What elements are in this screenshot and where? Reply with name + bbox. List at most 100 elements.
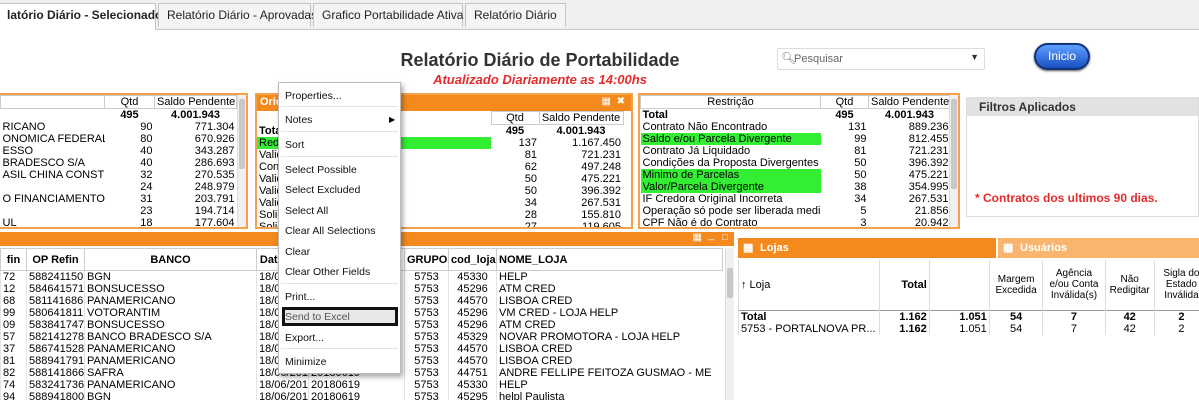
menu-send-to-excel[interactable]: Send to Excel (285, 311, 350, 323)
col-blank[interactable] (928, 260, 990, 310)
search-placeholder: Pesquisar (794, 53, 843, 65)
col-nao-redigitar[interactable]: Não Redigitar (1104, 260, 1155, 310)
menu-clear-all-selections[interactable]: Clear All Selections (285, 225, 375, 237)
col-margem[interactable]: Margem Excedida (988, 260, 1043, 310)
menu-separator (281, 283, 398, 284)
col-nome-loja[interactable]: NOME_LOJA (496, 248, 723, 271)
table-row[interactable]: Minimo de Parcelas 50 475.221 (640, 169, 951, 181)
banco-listbox[interactable]: Qtd Saldo Pendente 495 4.001.943 RICANO 90 7… (0, 93, 248, 229)
table-row[interactable]: 94588941800BGN18/06/20182018061957534529… (0, 391, 723, 400)
tab-relatorio-diario[interactable]: Relatório Diário (465, 3, 566, 27)
table-row[interactable]: Contrato Já Liquidado 81 721.231 (641, 145, 951, 157)
chevron-right-icon: ▶ (389, 115, 396, 124)
table-row[interactable]: Operação só pode ser liberada median...5… (641, 205, 951, 217)
menu-properties[interactable]: Properties... (285, 90, 342, 102)
col-refin[interactable]: fin (0, 248, 27, 271)
col-total[interactable]: Total (879, 260, 930, 310)
chevron-down-icon[interactable]: ▼ (970, 52, 979, 62)
table-cell: 580641811 (26, 307, 85, 319)
table-cell: 45296 (448, 319, 497, 331)
table-cell: 82 (0, 367, 27, 379)
tab-usuarios[interactable]: ▦ Usuários (998, 238, 1199, 258)
table-row[interactable]: ASIL CHINA CONSTR...32270.535 (1, 169, 237, 181)
col-saldo: Saldo Pendente (538, 111, 624, 125)
table-row[interactable]: Condições da Proposta Divergentes do...5… (641, 157, 951, 169)
col-cod-loja[interactable]: cod_loja (448, 248, 497, 271)
scrollbar[interactable] (949, 95, 958, 227)
table-row[interactable]: IF Credora Original Incorreta 34 267.531 (641, 193, 951, 205)
table-cell: 5753 (404, 343, 449, 355)
table-cell: LISBOA CRED (496, 355, 723, 367)
search-input[interactable]: 🔍︎ Pesquisar ▼ (777, 48, 985, 70)
table-icon: ▦ (743, 242, 754, 254)
tab-aprovadas[interactable]: Relatório Diário - Aprovadas (158, 3, 317, 27)
col-loja[interactable]: ↑ Loja (738, 260, 880, 310)
table-row[interactable]: 5753 - PORTALNOVA PR... 1.162 1.051 54 7 42 2 (738, 322, 1199, 335)
table-row[interactable]: CPF Não é do Contrato 3 20.942 (641, 217, 951, 227)
table-row[interactable]: ONOMICA FEDERAL 80 670.926 (1, 133, 237, 145)
col-banco[interactable]: BANCO (84, 248, 257, 271)
scrollbar-thumb[interactable] (951, 99, 957, 189)
table-icon: ▦ (1003, 242, 1014, 254)
menu-print[interactable]: Print... (285, 291, 315, 303)
col-op-refin[interactable]: OP Refin (26, 248, 85, 271)
clear-selection-icon[interactable]: ✖ (617, 96, 625, 107)
total-qtd: 495 (835, 109, 854, 121)
menu-select-possible[interactable]: Select Possible (285, 164, 357, 176)
menu-clear-other-fields[interactable]: Clear Other Fields (285, 266, 370, 278)
tab-selecionados[interactable]: latório Diário - Selecionados (0, 3, 169, 30)
menu-export[interactable]: Export... (285, 332, 324, 344)
table-cell: 5753 (404, 283, 449, 295)
table-row[interactable]: Total 1.162 1.051 54 7 42 2 (738, 310, 1199, 323)
table-cell: 57 (0, 331, 27, 343)
col-agencia[interactable]: Agência e/ou Conta Inválida(s) (1042, 260, 1106, 310)
scrollbar-thumb[interactable] (727, 268, 733, 298)
table-cell: PANAMERICANO (84, 379, 257, 391)
scrollbar-thumb[interactable] (239, 99, 245, 169)
excel-icon[interactable]: ▦ (693, 232, 702, 243)
table-row[interactable]: Contrato Não Encontrado 131 889.236 (641, 121, 951, 133)
col-grupo[interactable]: GRUPO (404, 248, 449, 271)
table-cell: PANAMERICANO (84, 355, 257, 367)
menu-select-excluded[interactable]: Select Excluded (285, 184, 360, 196)
table-row[interactable]: 74583241736PANAMERICANO18/06/20182018061… (0, 379, 723, 391)
excel-icon[interactable]: ▦ (602, 96, 611, 107)
minimize-icon[interactable]: _ (708, 230, 714, 241)
col-sigla[interactable]: Sigla do Estado Inválida (1153, 260, 1199, 310)
lojas-table-box[interactable]: ↑ Loja Total Margem Excedida Agência e/o… (738, 260, 1199, 340)
table-row[interactable]: 24 248.979 (1, 181, 237, 193)
menu-clear[interactable]: Clear (285, 246, 310, 258)
table-row[interactable]: Saldo e/ou Parcela Divergente 99 812.455 (640, 133, 951, 145)
table-cell: 5753 (404, 391, 449, 400)
table-cell: LISBOA CRED (496, 295, 723, 307)
table-cell: 5753 (404, 270, 449, 283)
inicio-button[interactable]: Inicio (1034, 43, 1090, 70)
table-cell: BGN (84, 270, 257, 283)
restricao-listbox[interactable]: Restrição Qtd Saldo Pendente Total 495 4.001… (638, 93, 960, 229)
table-cell: 44751 (448, 367, 497, 379)
table-row[interactable]: RICANO 90 771.304 (1, 121, 237, 133)
tab-grafico-portabilidade[interactable]: Grafico Portabilidade Ativa (313, 3, 463, 27)
table-row[interactable]: 23 194.714 (1, 205, 237, 217)
table-cell: HELP (496, 270, 723, 283)
table-row[interactable]: BRADESCO S/A 40 286.693 (1, 157, 237, 169)
table-row[interactable]: O FINANCIAMENTOS 31 203.791 (1, 193, 237, 205)
table-row[interactable]: ESSO 40 343.287 (1, 145, 237, 157)
table-row[interactable]: Valor/Parcela Divergente 38 354.995 (640, 181, 951, 193)
menu-notes[interactable]: Notes (285, 114, 312, 126)
table-cell: 74 (0, 379, 27, 391)
tab-lojas[interactable]: ▦ Lojas (738, 238, 996, 258)
restricao-table: Restrição Qtd Saldo Pendente Total 495 4.001… (640, 95, 951, 227)
table-cell: 18/06/2018 (256, 391, 309, 400)
scrollbar[interactable] (725, 248, 734, 400)
table-cell: helpl Paulista (496, 391, 723, 400)
menu-minimize[interactable]: Minimize (285, 356, 326, 368)
col-qtd: Qtd (820, 95, 869, 109)
menu-select-all[interactable]: Select All (285, 205, 328, 217)
table-cell: 588141866 (26, 367, 85, 379)
scrollbar[interactable] (237, 95, 246, 227)
table-cell: 20180619 (308, 391, 405, 400)
maximize-icon[interactable]: □ (722, 232, 728, 243)
menu-sort[interactable]: Sort (285, 139, 304, 151)
table-row[interactable]: UL 18 177.604 (1, 217, 237, 227)
